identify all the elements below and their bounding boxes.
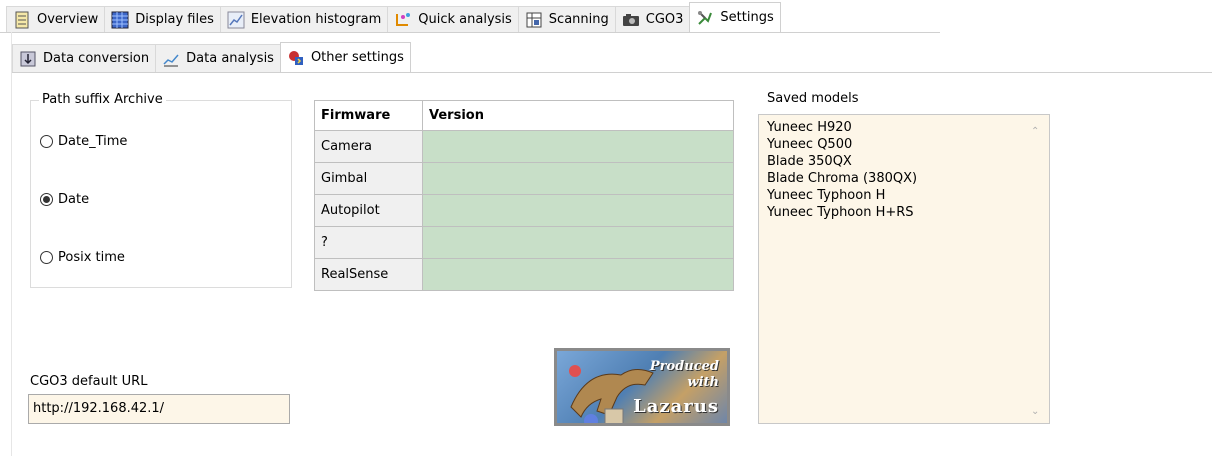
firmware-table: Firmware Version Camera Gimbal Autopilot…: [314, 100, 734, 291]
table-row: Camera: [314, 130, 734, 163]
radio-date-label: Date: [58, 192, 90, 207]
firmware-table-header: Firmware Version: [314, 100, 734, 131]
quick-analysis-icon: [394, 11, 412, 29]
list-item[interactable]: Yuneec Typhoon H: [767, 187, 1041, 204]
version-cell-gimbal[interactable]: [422, 162, 734, 195]
tab-divider: [0, 32, 940, 33]
histogram-icon: [227, 11, 245, 29]
logo-text-with: with: [687, 375, 719, 390]
settings-icon: [696, 9, 714, 27]
logo-text-lazarus: Lazarus: [633, 396, 719, 417]
list-item[interactable]: Yuneec Q500: [767, 136, 1041, 153]
header-firmware: Firmware: [314, 100, 423, 131]
row-label-camera: Camera: [314, 130, 423, 163]
tab-quick-analysis-label: Quick analysis: [418, 12, 512, 27]
radio-date[interactable]: Date: [40, 192, 89, 207]
version-cell-realsense[interactable]: [422, 258, 734, 291]
table-row: Gimbal: [314, 162, 734, 195]
camera-icon: [622, 11, 640, 29]
subtab-other-settings-label: Other settings: [310, 50, 404, 65]
tab-overview-label: Overview: [37, 12, 99, 27]
radio-date-circle[interactable]: [40, 193, 53, 206]
row-label-gimbal: Gimbal: [314, 162, 423, 195]
logo-text-produced: Produced: [649, 359, 719, 374]
radio-posix-time-label: Posix time: [58, 250, 125, 265]
row-label-autopilot: Autopilot: [314, 194, 423, 227]
subtab-data-analysis[interactable]: Data analysis: [155, 44, 281, 72]
subtab-data-conversion-label: Data conversion: [43, 51, 150, 66]
scroll-down-icon[interactable]: ⌄: [1031, 403, 1041, 417]
subtab-data-analysis-label: Data analysis: [186, 51, 274, 66]
cgo3-url-label: CGO3 default URL: [30, 374, 148, 389]
radio-posix-time-circle[interactable]: [40, 251, 53, 264]
tab-cgo3-label: CGO3: [645, 12, 684, 27]
tab-display-files-label: Display files: [135, 12, 214, 27]
header-version: Version: [422, 100, 734, 131]
radio-date-time-circle[interactable]: [40, 135, 53, 148]
scanning-icon: [525, 11, 543, 29]
tab-overview[interactable]: Overview: [6, 6, 106, 32]
tab-scanning[interactable]: Scanning: [517, 6, 616, 32]
table-row: Autopilot: [314, 194, 734, 227]
main-tabs: Overview Display files Elevation histogr…: [6, 2, 781, 32]
version-cell-unknown[interactable]: [422, 226, 734, 259]
tab-scanning-label: Scanning: [548, 12, 609, 27]
saved-models-title: Saved models: [764, 91, 862, 106]
left-border: [0, 32, 12, 456]
data-conversion-icon: [19, 50, 37, 68]
radio-posix-time[interactable]: Posix time: [40, 250, 125, 265]
row-label-realsense: RealSense: [314, 258, 423, 291]
tab-elevation-histogram[interactable]: Elevation histogram: [219, 6, 389, 32]
subtab-other-settings[interactable]: Other settings: [279, 42, 411, 72]
radio-date-time-label: Date_Time: [58, 134, 128, 149]
saved-models-list[interactable]: Yuneec H920 Yuneec Q500 Blade 350QX Blad…: [758, 114, 1050, 424]
cgo3-url-input[interactable]: http://192.168.42.1/: [28, 394, 290, 424]
list-item[interactable]: Blade Chroma (380QX): [767, 170, 1041, 187]
tab-cgo3[interactable]: CGO3: [614, 6, 691, 32]
tab-quick-analysis[interactable]: Quick analysis: [387, 6, 519, 32]
tab-display-files[interactable]: Display files: [104, 6, 221, 32]
row-label-unknown: ?: [314, 226, 423, 259]
overview-icon: [13, 11, 31, 29]
version-cell-camera[interactable]: [422, 130, 734, 163]
path-suffix-title: Path suffix Archive: [39, 92, 166, 107]
subtab-divider: [12, 72, 1212, 73]
radio-date-time[interactable]: Date_Time: [40, 134, 127, 149]
version-cell-autopilot[interactable]: [422, 194, 734, 227]
subtab-data-conversion[interactable]: Data conversion: [12, 44, 157, 72]
tab-elevation-histogram-label: Elevation histogram: [250, 12, 382, 27]
table-row: RealSense: [314, 258, 734, 291]
tab-settings-label: Settings: [720, 10, 774, 25]
table-row: ?: [314, 226, 734, 259]
list-item[interactable]: Yuneec H920: [767, 119, 1041, 136]
data-analysis-icon: [162, 50, 180, 68]
list-item[interactable]: Yuneec Typhoon H+RS: [767, 204, 1041, 221]
settings-subtabs: Data conversion Data analysis Other sett…: [12, 42, 411, 72]
list-item[interactable]: Blade 350QX: [767, 153, 1041, 170]
scroll-up-icon[interactable]: ⌃: [1031, 123, 1041, 137]
lazarus-logo: Produced with Lazarus: [554, 348, 730, 426]
main-tab-bar: Overview Display files Elevation histogr…: [0, 0, 1212, 42]
other-settings-icon: [287, 49, 305, 67]
display-files-icon: [111, 11, 129, 29]
tab-settings[interactable]: Settings: [689, 2, 781, 32]
